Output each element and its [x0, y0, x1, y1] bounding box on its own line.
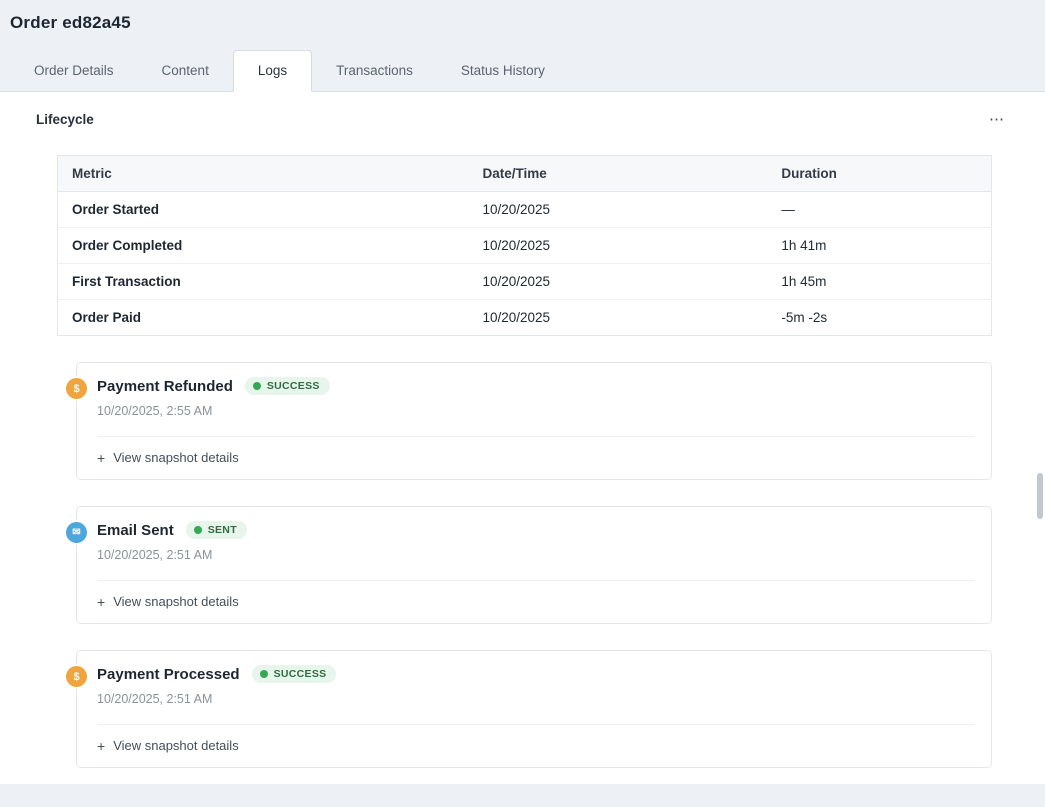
plus-icon: + — [97, 737, 106, 754]
event-card-payment-processed: $ Payment Processed SUCCESS 10/20/2025, … — [66, 650, 992, 768]
page-title: Order ed82a45 — [10, 13, 131, 32]
event-title-row: Email Sent SENT — [97, 521, 975, 539]
metric-cell: Order Started — [57, 191, 469, 228]
datetime-cell: 10/20/2025 — [468, 191, 768, 228]
status-dot-icon — [193, 526, 202, 534]
tab-content[interactable]: Content — [138, 51, 233, 91]
status-badge-label: SUCCESS — [273, 668, 327, 680]
view-snapshot-details-toggle[interactable]: + View snapshot details — [97, 436, 975, 479]
column-header-duration: Duration — [767, 155, 992, 192]
page-header: Order ed82a45 — [0, 0, 1045, 50]
status-badge: SUCCESS — [244, 377, 330, 395]
table-row: Order Completed 10/20/2025 1h 41m — [57, 227, 992, 264]
logs-panel: Lifecycle ⋯ Metric Date/Time Duration Or… — [0, 92, 1045, 784]
table-row: Order Started 10/20/2025 — — [57, 191, 992, 228]
vertical-scrollbar[interactable] — [1037, 473, 1043, 519]
metric-cell: Order Paid — [72, 310, 142, 325]
plus-icon: + — [97, 449, 106, 466]
event-title: Payment Processed — [97, 665, 240, 683]
plus-icon: + — [97, 593, 106, 610]
tab-logs[interactable]: Logs — [232, 50, 313, 92]
view-snapshot-details-label: View snapshot details — [113, 450, 239, 465]
status-dot-icon — [252, 382, 261, 390]
duration-cell: -5m -2s — [781, 310, 828, 325]
datetime-cell: 10/20/2025 — [482, 310, 551, 325]
tab-transactions[interactable]: Transactions — [312, 51, 437, 91]
view-snapshot-details-label: View snapshot details — [113, 594, 239, 609]
tab-bar: Order Details Content Logs Transactions … — [0, 50, 1045, 92]
metric-cell: Order Completed — [57, 227, 469, 264]
event-timestamp: 10/20/2025, 2:55 AM — [97, 404, 213, 418]
column-header-metric: Metric — [57, 155, 469, 192]
event-title: Email Sent — [97, 521, 174, 539]
table-header-row: Metric Date/Time Duration — [57, 155, 992, 192]
view-snapshot-details-label: View snapshot details — [113, 738, 239, 753]
datetime-cell: 10/20/2025 — [468, 263, 768, 300]
view-snapshot-details-toggle[interactable]: + View snapshot details — [97, 580, 975, 623]
email-icon: ✉ — [66, 522, 87, 543]
lifecycle-metrics-table: Metric Date/Time Duration Order Started … — [57, 155, 992, 336]
event-card-payment-refunded: $ Payment Refunded SUCCESS 10/20/2025, 2… — [66, 362, 992, 480]
event-title-row: Payment Refunded SUCCESS — [97, 377, 975, 395]
status-badge-label: SUCCESS — [266, 380, 320, 392]
datetime-cell: 10/20/2025 — [468, 227, 768, 264]
event-timestamp: 10/20/2025, 2:51 AM — [97, 548, 213, 562]
tab-status-history[interactable]: Status History — [437, 51, 569, 91]
status-badge-label: SENT — [207, 524, 237, 536]
duration-cell: 1h 41m — [767, 227, 992, 264]
metric-cell: First Transaction — [57, 263, 469, 300]
table-row: Order Paid 10/20/2025 -5m -2s — [58, 300, 992, 336]
event-title: Payment Refunded — [97, 377, 233, 395]
dollar-icon: $ — [66, 378, 87, 399]
status-badge: SUCCESS — [251, 665, 337, 683]
event-card-email-sent: ✉ Email Sent SENT 10/20/2025, 2:51 AM + … — [66, 506, 992, 624]
event-title-row: Payment Processed SUCCESS — [97, 665, 975, 683]
lifecycle-heading: Lifecycle — [36, 112, 94, 127]
table-row: First Transaction 10/20/2025 1h 45m — [57, 263, 992, 300]
view-snapshot-details-toggle[interactable]: + View snapshot details — [97, 724, 975, 767]
status-dot-icon — [259, 670, 268, 678]
ellipsis-menu-icon[interactable]: ⋯ — [985, 110, 1009, 129]
duration-cell: 1h 45m — [767, 263, 992, 300]
lifecycle-header: Lifecycle ⋯ — [36, 110, 1009, 129]
dollar-icon: $ — [66, 666, 87, 687]
tab-order-details[interactable]: Order Details — [10, 51, 138, 91]
event-timestamp: 10/20/2025, 2:51 AM — [97, 692, 213, 706]
duration-cell: — — [767, 191, 992, 228]
status-badge: SENT — [185, 521, 247, 539]
column-header-datetime: Date/Time — [468, 155, 768, 192]
